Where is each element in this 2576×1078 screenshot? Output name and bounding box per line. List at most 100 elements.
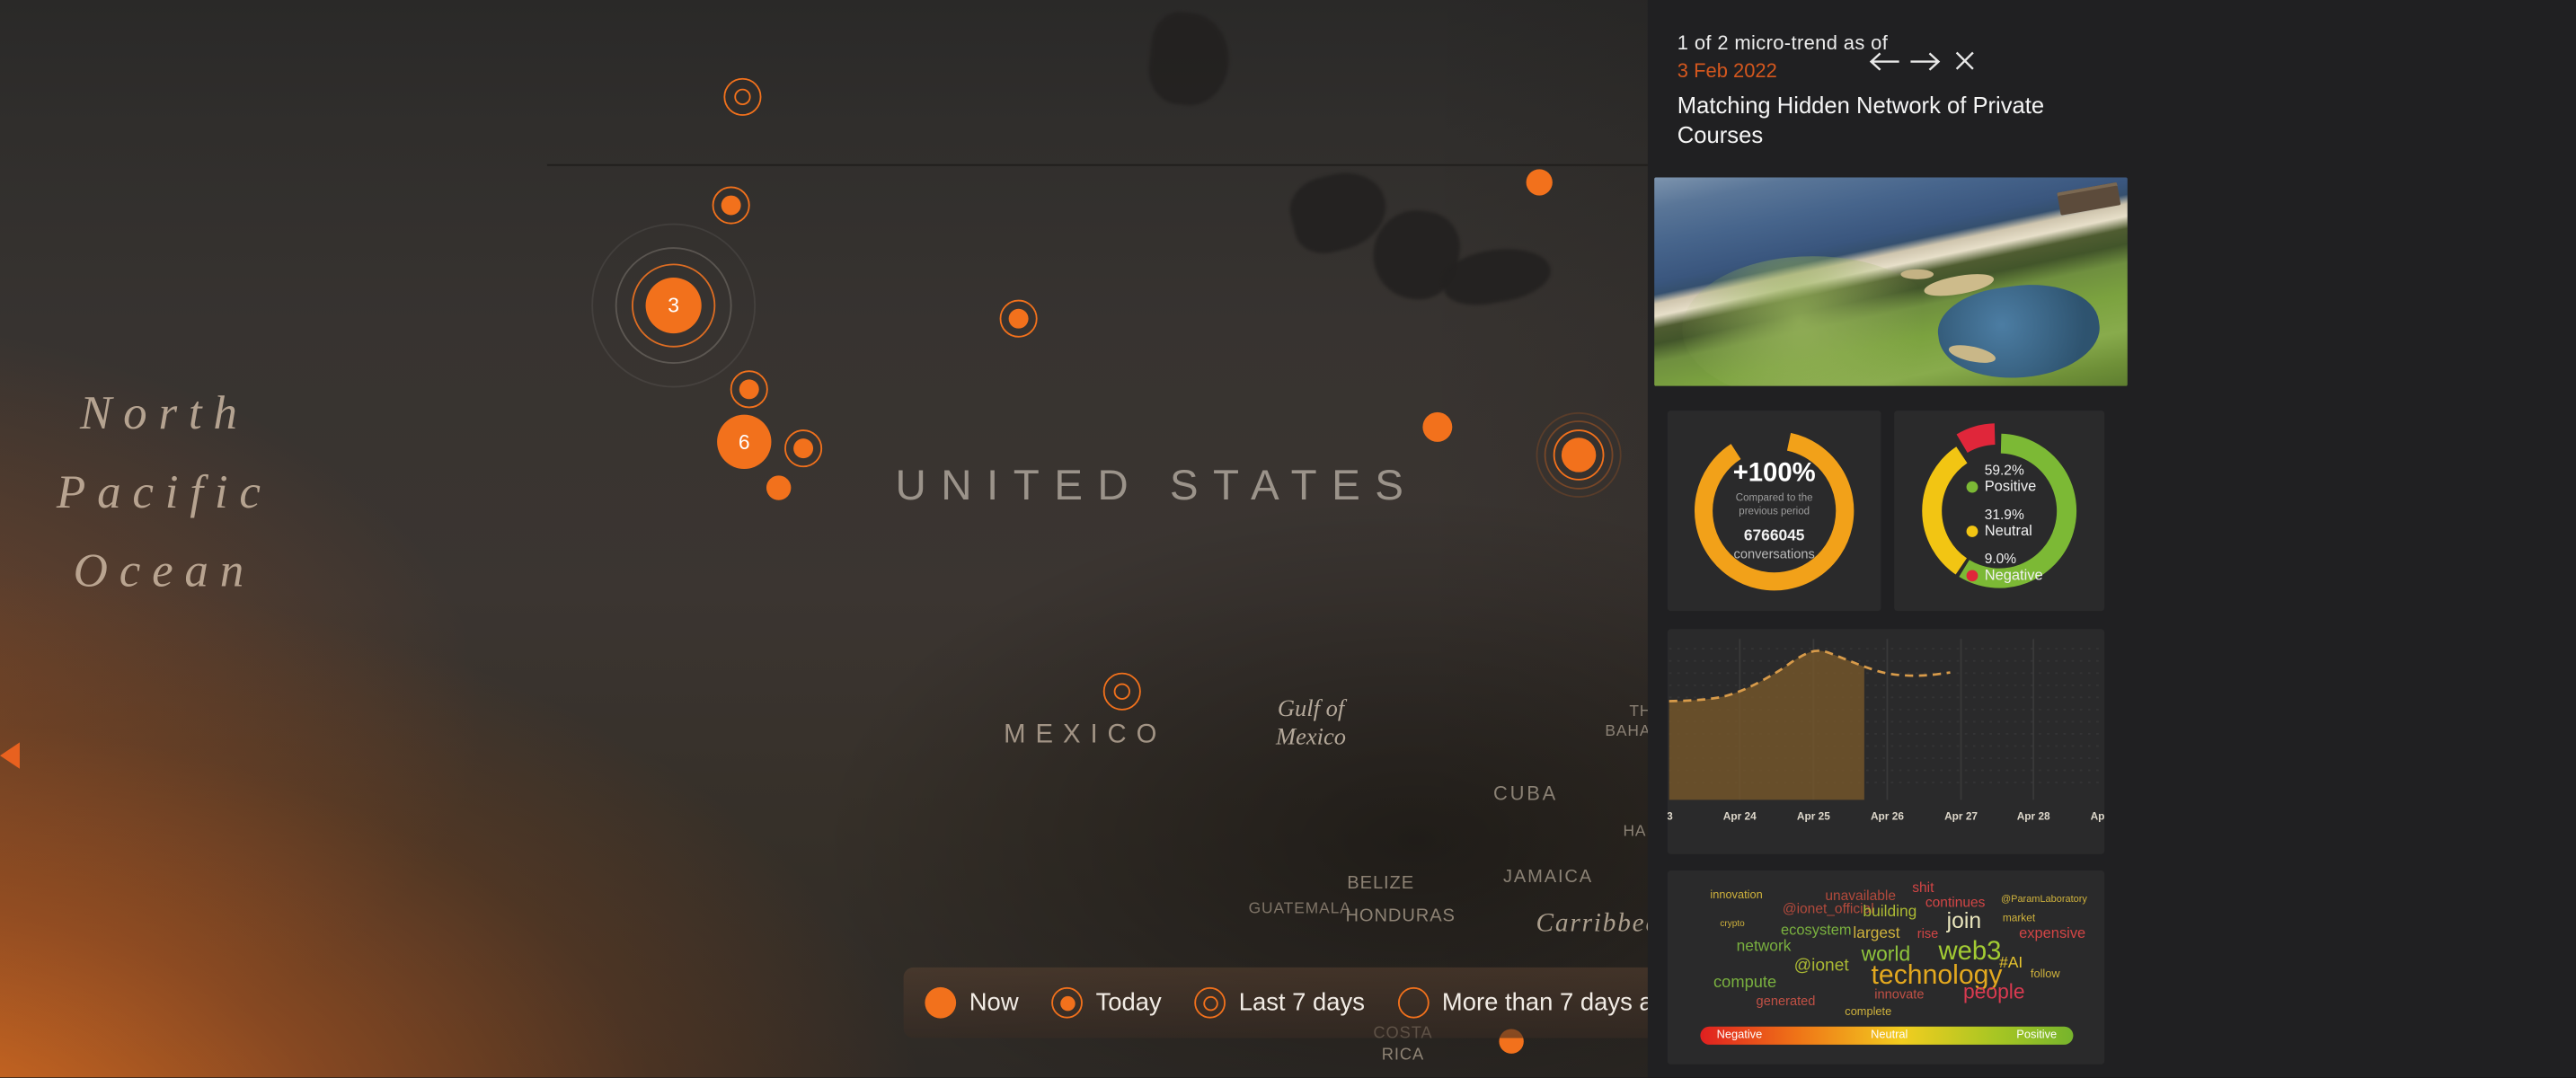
map-label-guatemala: GUATEMALA <box>1249 900 1351 918</box>
legend-inner-ring <box>1202 995 1217 1010</box>
sentiment-label: Negative <box>1967 567 2043 583</box>
marker-dot: 3 <box>646 278 702 333</box>
next-trend-button[interactable] <box>1908 49 1943 74</box>
wordcloud-word: building <box>1863 905 1917 920</box>
growth-value: +100% <box>1733 460 1816 490</box>
map-label-line: BELIZE <box>1347 874 1414 894</box>
svg-text:Apr 26: Apr 26 <box>1871 809 1904 822</box>
sentiment-label: Positive <box>1967 478 2043 494</box>
legend-item-label: Today <box>1096 989 1162 1017</box>
legend-item-more7[interactable]: More than 7 days ago <box>1398 987 1681 1019</box>
sentiment-dot-icon <box>1967 570 1978 581</box>
sentiment-pct: 31.9% <box>1985 506 2043 522</box>
map-label-line: GUATEMALA <box>1249 900 1351 918</box>
svg-text:Apr 24: Apr 24 <box>1723 809 1757 822</box>
wordcloud-word: expensive <box>2019 926 2085 941</box>
scale-negative-label: Negative <box>1717 1029 1763 1041</box>
timeline-chart-card: Apr 24 Apr 25 Apr 26 Apr 27 Apr 28 Apr 23 Apr … <box>1668 629 2104 853</box>
close-panel-button[interactable] <box>1953 49 1977 73</box>
conversation-count-label: conversations <box>1734 547 1815 561</box>
legend-last7-icon <box>1194 987 1226 1019</box>
svg-text:Apr 29: Apr 29 <box>2091 809 2105 822</box>
map-time-legend: NowTodayLast 7 daysMore than 7 days ago <box>904 968 1676 1038</box>
wordcloud-word: compute <box>1713 976 1776 992</box>
map-label-line: MEXICO <box>1004 721 1166 751</box>
map-pan-left-icon[interactable] <box>0 742 20 768</box>
map-label-mexico: MEXICO <box>1004 721 1166 751</box>
us-canada-border <box>547 164 1648 166</box>
svg-text:Apr 28: Apr 28 <box>2017 809 2050 822</box>
map-label-jamaica: JAMAICA <box>1503 867 1593 887</box>
map-label-cuba: CUBA <box>1493 782 1558 805</box>
map-label-line: HONDURAS <box>1345 906 1455 926</box>
marker-dot <box>1009 309 1029 329</box>
svg-text:Apr 27: Apr 27 <box>1944 809 1978 822</box>
marker-dot <box>721 196 741 216</box>
marker-dot <box>1562 437 1596 472</box>
legend-inner-dot <box>1059 995 1074 1010</box>
photo-sand-bunker <box>1900 270 1934 280</box>
arrow-left-icon <box>1866 49 1902 74</box>
pagination-text: 1 of 2 micro-trend as of <box>1677 31 1888 55</box>
sentiment-dot-icon <box>1967 481 1978 492</box>
map-label-line: UNITED STATES <box>895 460 1418 511</box>
wordcloud-word: follow <box>2031 969 2060 981</box>
sentiment-label-text: Positive <box>1985 478 2037 494</box>
wordcloud-word: largest <box>1853 926 1899 941</box>
hudson-bay-water <box>1146 9 1234 109</box>
wordcloud-word: complete <box>1845 1007 1891 1019</box>
sentiment-legend-row-neutral: 31.9%Neutral <box>1967 506 2043 539</box>
map-label-united-states: UNITED STATES <box>895 460 1418 511</box>
marker-dot <box>793 438 813 458</box>
legend-item-label: Last 7 days <box>1239 989 1365 1017</box>
wordcloud-word: generated <box>1757 995 1816 1009</box>
svg-text:Apr 23: Apr 23 <box>1668 809 1673 822</box>
trend-title: Matching Hidden Network of Private Cours… <box>1677 92 2092 149</box>
marker-dot: 6 <box>717 415 771 469</box>
legend-item-today[interactable]: Today <box>1051 987 1162 1019</box>
wordcloud-word: @ionet_official <box>1783 902 1874 916</box>
map-label-north-pacific-ocean: NorthPacificOcean <box>43 375 287 611</box>
trend-date: 3 Feb 2022 <box>1677 59 1777 83</box>
legend-now-icon <box>925 987 956 1019</box>
sentiment-donut-card: 59.2%Positive31.9%Neutral9.0%Negative <box>1894 411 2104 611</box>
micro-trend-panel: 1 of 2 micro-trend as of 3 Feb 2022 Matc… <box>1648 0 2576 1077</box>
legend-item-now[interactable]: Now <box>925 987 1018 1019</box>
map-label-line: Ocean <box>43 532 287 611</box>
marker-ring <box>1114 684 1130 700</box>
growth-caption-line1: Compared to the <box>1736 493 1813 505</box>
sentiment-label-text: Neutral <box>1985 522 2032 538</box>
map-label-line: RICA <box>1370 1045 1436 1066</box>
map-label-gulf-of-mexico: Gulf ofMexico <box>1253 696 1368 752</box>
close-icon <box>1953 49 1977 73</box>
wordcloud-word: @ionet <box>1794 958 1849 975</box>
map-label-belize: BELIZE <box>1347 874 1414 894</box>
growth-donut-card: +100% Compared to the previous period 67… <box>1668 411 1881 611</box>
wordcloud-word: rise <box>1917 928 1939 941</box>
sentiment-legend-row-positive: 59.2%Positive <box>1967 462 2043 495</box>
scale-neutral-label: Neutral <box>1871 1029 1908 1041</box>
map-label-line: JAMAICA <box>1503 867 1593 887</box>
legend-item-label: Now <box>969 989 1019 1017</box>
wordcloud-word: innovate <box>1874 989 1924 1003</box>
legend-item-label: More than 7 days ago <box>1442 989 1680 1017</box>
map-label-line: Gulf of <box>1253 696 1368 724</box>
scale-positive-label: Positive <box>2016 1029 2057 1041</box>
timeline-area-chart: Apr 24 Apr 25 Apr 26 Apr 27 Apr 28 Apr 23 Apr … <box>1668 629 2104 853</box>
sentiment-dot-icon <box>1967 525 1978 536</box>
prev-trend-button[interactable] <box>1866 49 1902 74</box>
conversation-count: 6766045 <box>1744 527 1805 545</box>
wordcloud-word: people <box>1963 982 2025 1003</box>
svg-text:Apr 25: Apr 25 <box>1797 809 1830 822</box>
wordcloud-word: innovation <box>1710 890 1762 902</box>
wordcloud-card: innovationunavailableshit@ionet_official… <box>1668 870 2104 1065</box>
marker-dot <box>739 379 759 399</box>
growth-caption-line2: previous period <box>1739 505 1810 517</box>
marker-dot <box>1527 169 1553 195</box>
map-label-honduras: HONDURAS <box>1345 906 1455 926</box>
sentiment-label: Neutral <box>1967 522 2043 538</box>
legend-more7-icon <box>1398 987 1430 1019</box>
wordcloud-word: crypto <box>1720 922 1744 931</box>
marker-ring <box>734 89 750 105</box>
legend-item-last7[interactable]: Last 7 days <box>1194 987 1365 1019</box>
